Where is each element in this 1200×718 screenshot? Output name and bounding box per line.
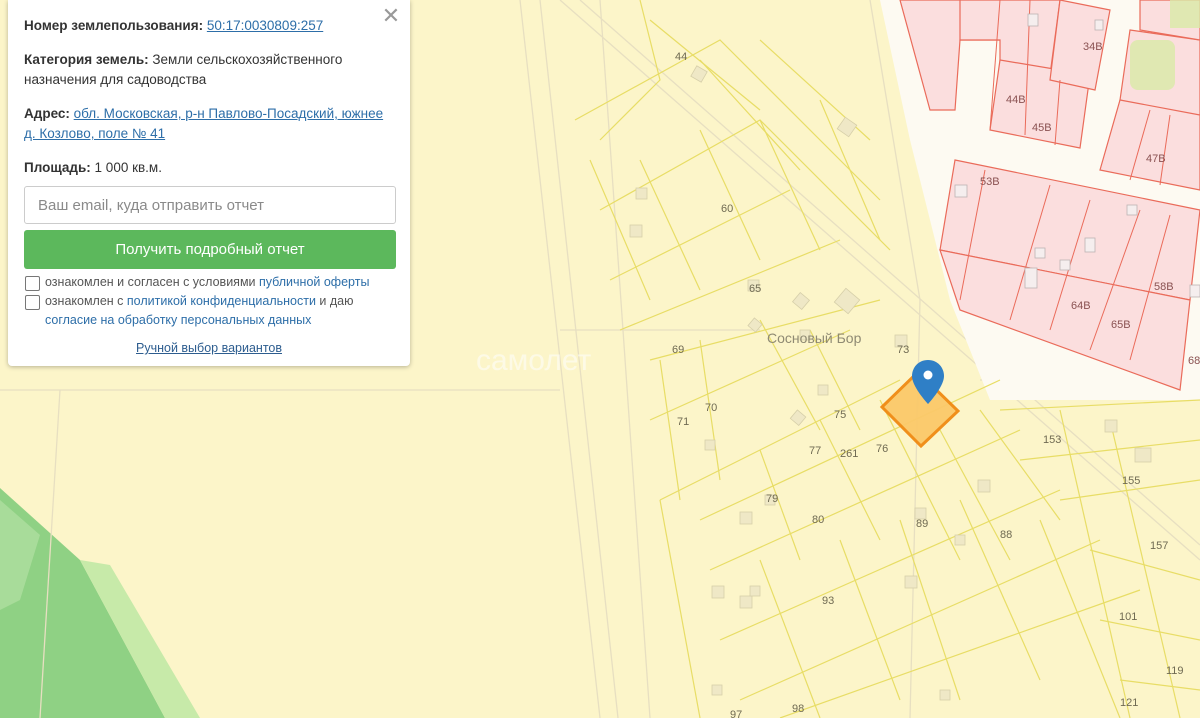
personal-data-consent-link[interactable]: согласие на обработку персональных данны…: [45, 313, 311, 327]
svg-text:89: 89: [916, 518, 928, 530]
svg-text:71: 71: [677, 416, 689, 428]
svg-text:157: 157: [1150, 540, 1168, 552]
category-label: Категория земель:: [24, 52, 149, 67]
svg-text:79: 79: [766, 493, 778, 505]
address-label: Адрес:: [24, 106, 70, 121]
svg-text:68: 68: [1188, 355, 1200, 367]
svg-text:98: 98: [792, 703, 804, 715]
svg-text:65: 65: [749, 283, 761, 295]
svg-text:65В: 65В: [1111, 319, 1131, 331]
svg-text:73: 73: [897, 344, 909, 356]
cadastral-row: Номер землепользования: 50:17:0030809:25…: [24, 16, 394, 36]
svg-text:75: 75: [834, 409, 846, 421]
svg-text:153: 153: [1043, 434, 1061, 446]
svg-text:34В: 34В: [1083, 41, 1103, 53]
agree-offer-text: ознакомлен и согласен с условиями: [45, 275, 259, 289]
privacy-policy-link[interactable]: политикой конфиденциальности: [127, 294, 316, 308]
watermark: самолет: [476, 344, 592, 377]
agree-privacy-text: ознакомлен с: [45, 294, 127, 308]
svg-text:77: 77: [809, 445, 821, 457]
manual-select-row: Ручной выбор вариантов: [8, 341, 410, 355]
agree-privacy-text2: и даю: [315, 294, 354, 308]
svg-text:53В: 53В: [980, 176, 1000, 188]
svg-text:155: 155: [1122, 475, 1140, 487]
public-offer-link[interactable]: публичной оферты: [259, 275, 369, 289]
svg-text:60: 60: [721, 203, 733, 215]
agree-privacy-checkbox[interactable]: [25, 295, 40, 310]
area-row: Площадь: 1 000 кв.м.: [24, 158, 394, 178]
svg-text:58В: 58В: [1154, 281, 1174, 293]
svg-text:44: 44: [675, 51, 687, 63]
svg-text:76: 76: [876, 443, 888, 455]
svg-text:88: 88: [1000, 529, 1012, 541]
svg-text:121: 121: [1120, 697, 1138, 709]
svg-text:80: 80: [812, 514, 824, 526]
cadastral-number-link[interactable]: 50:17:0030809:257: [207, 18, 323, 33]
svg-text:93: 93: [822, 595, 834, 607]
address-row: Адрес: обл. Московская, р-н Павлово-Поса…: [24, 104, 394, 144]
agree-privacy-row: ознакомлен с политикой конфиденциальност…: [24, 292, 394, 330]
svg-text:69: 69: [672, 344, 684, 356]
svg-text:101: 101: [1119, 611, 1137, 623]
close-icon[interactable]: ✕: [380, 5, 402, 27]
svg-text:64В: 64В: [1071, 300, 1091, 312]
area-value: 1 000 кв.м.: [94, 160, 162, 175]
svg-text:70: 70: [705, 402, 717, 414]
svg-text:119: 119: [1166, 665, 1184, 677]
category-row: Категория земель: Земли сельскохозяйстве…: [24, 50, 394, 90]
email-input[interactable]: [24, 186, 396, 224]
svg-text:45В: 45В: [1032, 122, 1052, 134]
address-link[interactable]: обл. Московская, р-н Павлово-Посадский, …: [24, 106, 383, 141]
area-label: Площадь:: [24, 160, 91, 175]
svg-text:47В: 47В: [1146, 153, 1166, 165]
get-report-button[interactable]: Получить подробный отчет: [24, 230, 396, 269]
manual-select-link[interactable]: Ручной выбор вариантов: [136, 341, 282, 355]
svg-text:261: 261: [840, 448, 858, 460]
parcel-info-panel: ✕ Номер землепользования: 50:17:0030809:…: [8, 0, 410, 366]
agreements: ознакомлен и согласен с условиями публич…: [24, 273, 394, 330]
cadastral-label: Номер землепользования:: [24, 18, 204, 33]
place-label: Сосновый Бор: [767, 330, 862, 346]
svg-text:97: 97: [730, 709, 742, 718]
agree-offer-row: ознакомлен и согласен с условиями публич…: [24, 273, 394, 292]
svg-text:44В: 44В: [1006, 94, 1026, 106]
agree-offer-checkbox[interactable]: [25, 276, 40, 291]
